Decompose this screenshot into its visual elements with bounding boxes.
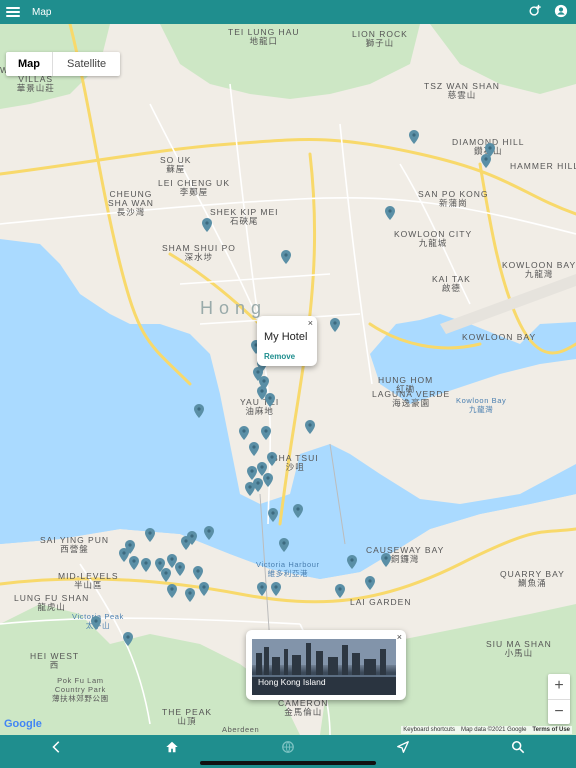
map-marker[interactable] — [385, 206, 395, 220]
map-marker[interactable] — [239, 426, 249, 440]
map-attribution: Keyboard shortcuts Map data ©2021 Google… — [401, 726, 572, 734]
map-label: KOWLOON BAY 九龍灣 — [502, 260, 576, 279]
map-marker[interactable] — [381, 553, 391, 567]
map-canvas[interactable]: Map Satellite TEI LUNG HAU 地龍口 LION ROCK 獅… — [0, 24, 576, 735]
map-label: CHEUNG SHA WAN 長沙灣 — [108, 189, 154, 217]
map-marker[interactable] — [119, 548, 129, 562]
map-label: TEI LUNG HAU 地龍口 — [228, 27, 300, 46]
map-marker[interactable] — [185, 588, 195, 602]
map-label: HAMMER HILL — [510, 161, 576, 171]
map-label: CAUSEWAY BAY 銅鑼灣 — [366, 545, 445, 564]
map-marker[interactable] — [91, 616, 101, 630]
map-label: Kowloon Bay 九龍灣 — [456, 396, 507, 414]
map-label: THE PEAK 山頂 — [162, 707, 213, 726]
map-label: HEI WEST 西 — [30, 651, 80, 670]
map-label: SHEK KIP MEI 石硤尾 — [210, 207, 279, 226]
map-label: Pok Fu Lam Country Park 薄扶林郊野公園 — [52, 676, 109, 703]
map-label: SAI YING PUN 西營盤 — [40, 535, 109, 554]
map-label: TSZ WAN SHAN 慈雲山 — [424, 81, 500, 100]
map-marker[interactable] — [305, 420, 315, 434]
map-label: Hong — [200, 298, 268, 318]
home-indicator — [200, 761, 376, 765]
map-marker[interactable] — [249, 442, 259, 456]
add-location-icon[interactable] — [528, 4, 542, 18]
map-data-text: Map data ©2021 Google — [460, 727, 527, 733]
close-icon[interactable]: × — [308, 318, 313, 328]
map-marker[interactable] — [263, 473, 273, 487]
google-logo: Google — [4, 718, 42, 730]
map-label: LAI GARDEN — [350, 597, 412, 607]
map-marker[interactable] — [245, 482, 255, 496]
back-icon[interactable] — [50, 740, 64, 754]
map-marker[interactable] — [199, 582, 209, 596]
account-icon[interactable] — [554, 4, 568, 18]
map-marker[interactable] — [365, 576, 375, 590]
map-marker[interactable] — [281, 250, 291, 264]
map-type-map-button[interactable]: Map — [6, 52, 52, 76]
map-marker[interactable] — [481, 154, 491, 168]
map-marker[interactable] — [279, 538, 289, 552]
map-type-satellite-button[interactable]: Satellite — [52, 52, 120, 76]
close-icon[interactable]: × — [397, 632, 402, 642]
map-marker[interactable] — [347, 555, 357, 569]
map-marker[interactable] — [141, 558, 151, 572]
search-icon[interactable] — [511, 740, 525, 754]
map-type-control: Map Satellite — [6, 52, 121, 76]
map-label: SAN PO KONG 新蒲崗 — [418, 189, 489, 208]
map-marker[interactable] — [265, 393, 275, 407]
map-label: SIU MA SHAN 小馬山 — [486, 639, 552, 658]
map-label: SO UK 蘇屋 — [160, 155, 192, 174]
map-marker[interactable] — [335, 584, 345, 598]
map-label: SHAM SHUI PO 深水埗 — [162, 243, 236, 262]
map-marker[interactable] — [267, 452, 277, 466]
map-marker[interactable] — [167, 584, 177, 598]
menu-icon[interactable] — [6, 7, 20, 17]
map-marker[interactable] — [145, 528, 155, 542]
zoom-control: + − — [548, 674, 570, 724]
map-marker[interactable] — [202, 218, 212, 232]
keyboard-shortcuts-link[interactable]: Keyboard shortcuts — [403, 727, 455, 733]
map-marker[interactable] — [193, 566, 203, 580]
map-marker[interactable] — [268, 508, 278, 522]
app-title: Map — [32, 6, 52, 18]
map-label: KOWLOON CITY 九龍城 — [394, 229, 473, 248]
map-marker[interactable] — [330, 318, 340, 332]
map-marker[interactable] — [293, 504, 303, 518]
navigate-icon[interactable] — [396, 740, 410, 754]
place-caption: Hong Kong Island — [258, 677, 326, 687]
map-marker[interactable] — [409, 130, 419, 144]
map-label: KAI TAK 啟德 — [432, 274, 471, 293]
map-label: MID-LEVELS 半山區 — [58, 571, 119, 590]
terms-link[interactable]: Terms of Use — [532, 727, 570, 733]
remove-link[interactable]: Remove — [264, 352, 295, 361]
place-photo[interactable]: Hong Kong Island — [252, 639, 396, 695]
map-marker[interactable] — [257, 582, 267, 596]
map-marker[interactable] — [175, 562, 185, 576]
map-marker[interactable] — [181, 536, 191, 550]
map-label: LEI CHENG UK 李鄭屋 — [158, 178, 230, 197]
map-label: KOWLOON BAY — [462, 332, 537, 342]
map-marker[interactable] — [194, 404, 204, 418]
map-marker[interactable] — [161, 568, 171, 582]
map-label: QUARRY BAY 鰂魚涌 — [500, 569, 565, 588]
map-label: Victoria Harbour 維多利亞港 — [256, 560, 320, 578]
map-label: LION ROCK 獅子山 — [352, 29, 408, 48]
map-marker[interactable] — [129, 556, 139, 570]
app-bar: Map — [0, 0, 576, 24]
map-marker[interactable] — [271, 582, 281, 596]
map-marker[interactable] — [123, 632, 133, 646]
map-label: SHA TSUI 沙咀 — [272, 453, 319, 472]
home-icon[interactable] — [165, 740, 179, 754]
map-label: Aberdeen — [222, 725, 260, 734]
hotel-title: My Hotel — [264, 331, 308, 343]
map-marker[interactable] — [261, 426, 271, 440]
zoom-in-button[interactable]: + — [548, 674, 570, 700]
map-label: LUNG FU SHAN 龍虎山 — [14, 593, 90, 612]
globe-icon[interactable] — [281, 740, 295, 754]
map-marker[interactable] — [204, 526, 214, 540]
map-label: LAGUNA VERDE 海逸豪園 — [372, 389, 451, 408]
place-info-window: × Hong Kong Island — [246, 630, 406, 700]
zoom-out-button[interactable]: − — [548, 700, 570, 725]
hotel-info-window: × My Hotel Remove — [257, 316, 317, 366]
